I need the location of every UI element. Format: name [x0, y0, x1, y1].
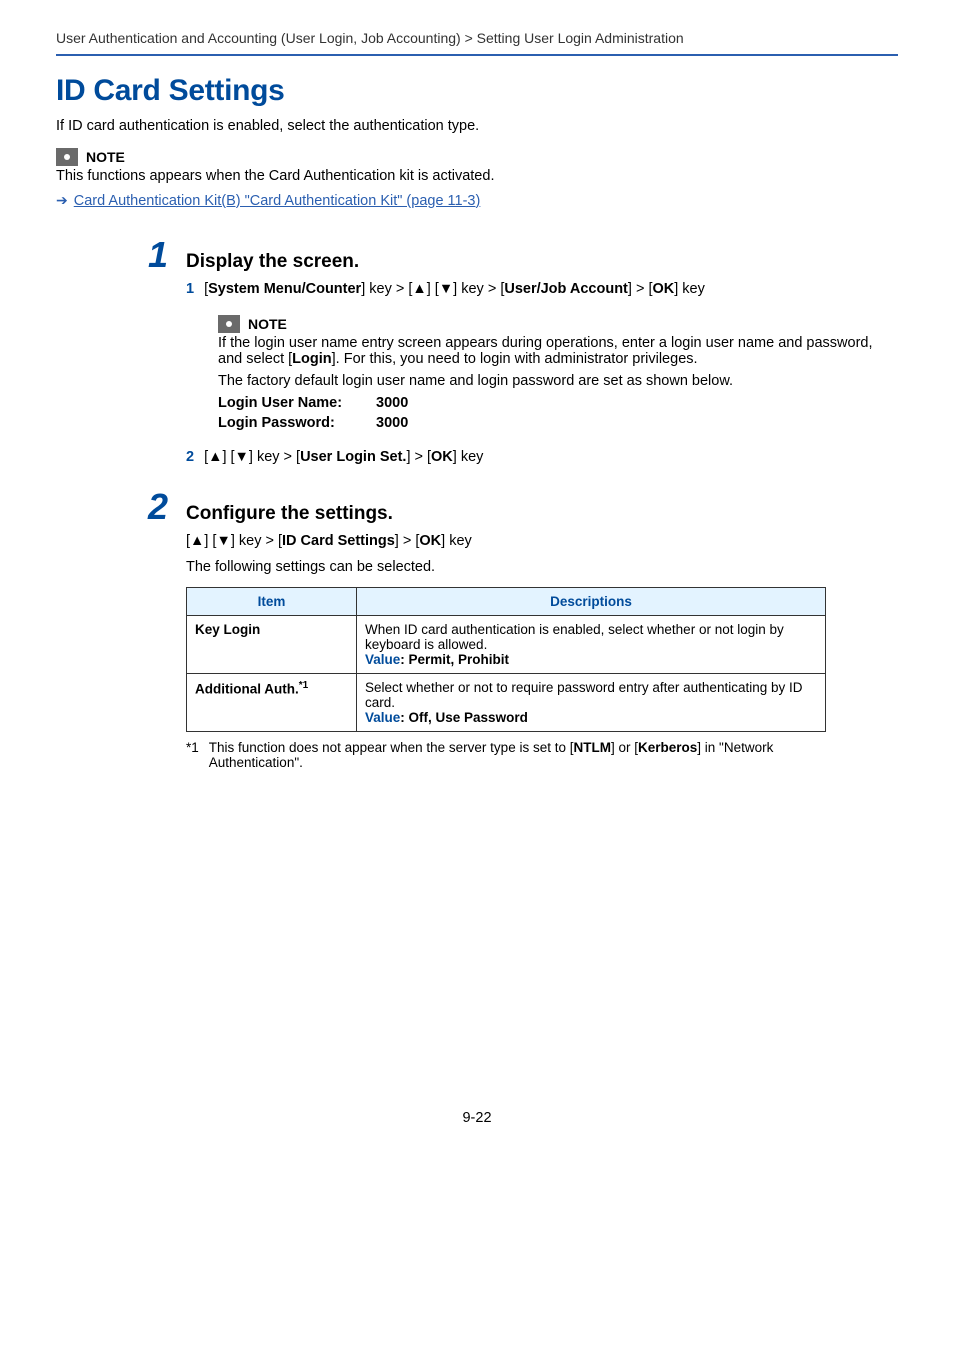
- footnote: *1 This function does not appear when th…: [186, 740, 826, 770]
- settings-table: Item Descriptions Key Login When ID card…: [186, 587, 826, 732]
- substep-1-1: 1 [System Menu/Counter] key > [▲] [▼] ke…: [186, 281, 898, 297]
- substep-1-2: 2 [▲] [▼] key > [User Login Set.] > [OK]…: [186, 449, 898, 465]
- arrow-right-icon: ➔: [56, 192, 68, 209]
- page-number: 9-22: [56, 1110, 898, 1126]
- table-row: Additional Auth.*1 Select whether or not…: [187, 674, 826, 732]
- table-header-row: Item Descriptions: [187, 588, 826, 616]
- note-icon: [56, 148, 78, 166]
- divider: [56, 54, 898, 56]
- desc-additional-auth: Select whether or not to require passwor…: [357, 674, 826, 732]
- th-descriptions: Descriptions: [357, 588, 826, 616]
- step-title-2: Configure the settings.: [186, 503, 393, 525]
- step-number-1: 1: [138, 237, 168, 273]
- inner-note: NOTE If the login user name entry screen…: [218, 315, 898, 431]
- xref-link[interactable]: Card Authentication Kit(B) "Card Authent…: [74, 193, 481, 209]
- substep-number: 1: [186, 281, 194, 297]
- login-user-label: Login User Name:: [218, 395, 358, 411]
- intro-text: If ID card authentication is enabled, se…: [56, 118, 898, 134]
- substep-text: [System Menu/Counter] key > [▲] [▼] key …: [204, 281, 705, 297]
- footnote-text: This function does not appear when the s…: [209, 740, 826, 770]
- note-paragraph-1: If the login user name entry screen appe…: [218, 335, 898, 367]
- footnote-mark: *1: [186, 740, 199, 770]
- note-text: This functions appears when the Card Aut…: [56, 168, 898, 184]
- note-paragraph-2: The factory default login user name and …: [218, 373, 898, 389]
- step-title-1: Display the screen.: [186, 251, 359, 273]
- page-title: ID Card Settings: [56, 74, 898, 108]
- breadcrumb: User Authentication and Accounting (User…: [56, 30, 898, 46]
- step2-line2: The following settings can be selected.: [186, 559, 898, 575]
- step-number-2: 2: [138, 489, 168, 525]
- step-1: 1 Display the screen. 1 [System Menu/Cou…: [186, 237, 898, 465]
- th-item: Item: [187, 588, 357, 616]
- step2-line1: [▲] [▼] key > [ID Card Settings] > [OK] …: [186, 533, 898, 549]
- step-2: 2 Configure the settings. [▲] [▼] key > …: [186, 489, 898, 770]
- note-heading: NOTE: [248, 316, 287, 332]
- login-password-value: 3000: [376, 415, 408, 431]
- substep-number: 2: [186, 449, 194, 465]
- item-key-login: Key Login: [187, 616, 357, 674]
- login-user-value: 3000: [376, 395, 408, 411]
- table-row: Key Login When ID card authentication is…: [187, 616, 826, 674]
- login-user-row: Login User Name: 3000: [218, 395, 898, 411]
- desc-key-login: When ID card authentication is enabled, …: [357, 616, 826, 674]
- note-icon: [218, 315, 240, 333]
- substep-text: [▲] [▼] key > [User Login Set.] > [OK] k…: [204, 449, 483, 465]
- note-heading: NOTE: [86, 149, 125, 165]
- login-password-row: Login Password: 3000: [218, 415, 898, 431]
- login-password-label: Login Password:: [218, 415, 358, 431]
- item-additional-auth: Additional Auth.*1: [187, 674, 357, 732]
